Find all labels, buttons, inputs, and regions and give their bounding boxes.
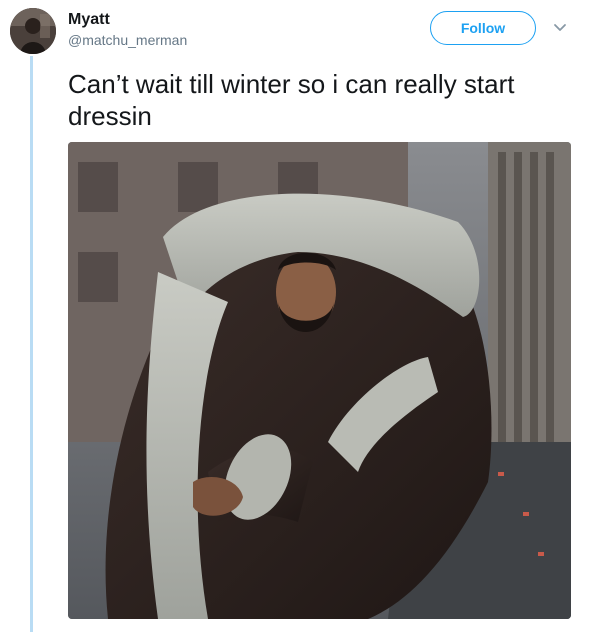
author-handle[interactable]: @matchu_merman	[68, 32, 187, 48]
photo-drake-fur-coat	[68, 142, 571, 619]
tweet-text: Can’t wait till winter so i can really s…	[68, 69, 515, 131]
chevron-down-icon[interactable]	[552, 22, 568, 34]
tweet-photo[interactable]	[68, 142, 571, 619]
thread-line	[30, 56, 33, 632]
avatar[interactable]	[10, 8, 56, 54]
author-name[interactable]: Myatt	[68, 11, 110, 29]
follow-button[interactable]: Follow	[430, 11, 536, 45]
avatar-photo	[10, 8, 56, 54]
